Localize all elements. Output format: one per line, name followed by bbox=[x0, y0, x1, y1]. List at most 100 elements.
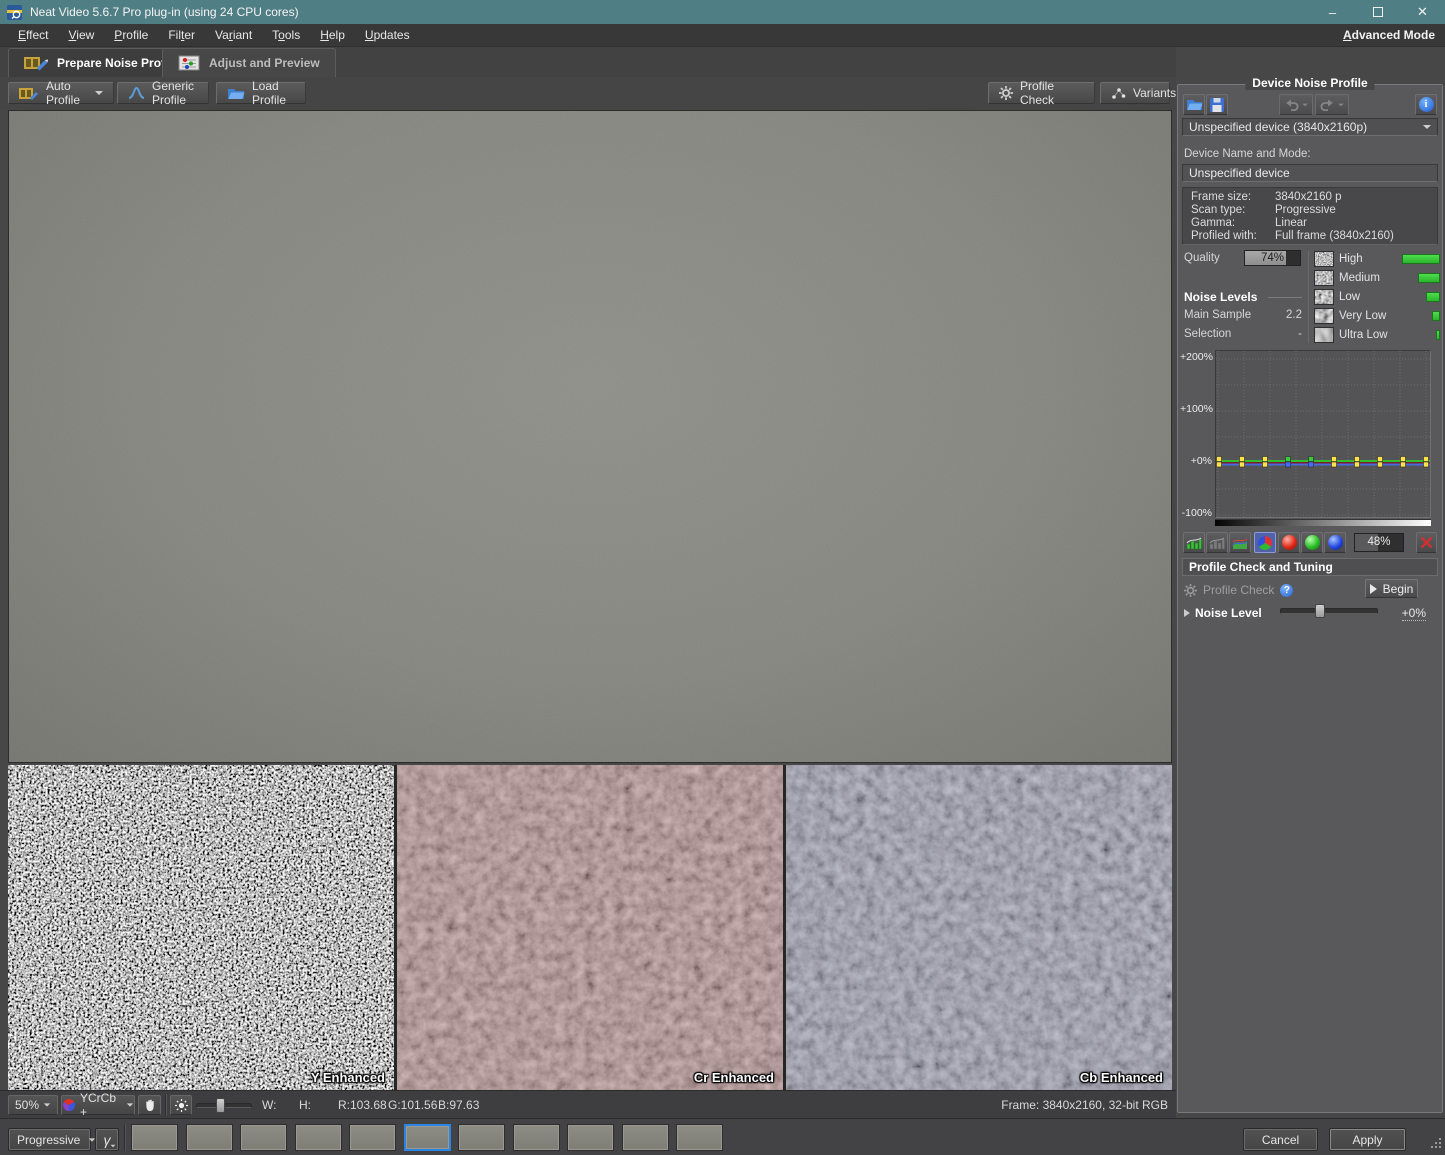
redo-icon bbox=[1320, 98, 1335, 111]
device-profile-select[interactable]: Unspecified device (3840x2160p) bbox=[1182, 118, 1438, 136]
brightness-button[interactable] bbox=[170, 1095, 192, 1115]
minimize-button[interactable]: – bbox=[1310, 0, 1355, 24]
red-channel-button[interactable] bbox=[1278, 532, 1300, 553]
rgb-channels-button[interactable] bbox=[1254, 532, 1276, 553]
menu-help[interactable]: Help bbox=[310, 28, 355, 42]
frame-thumbnail[interactable] bbox=[240, 1124, 287, 1151]
pixel-r-value: R:103.68 bbox=[338, 1091, 387, 1119]
frame-thumbnail[interactable] bbox=[622, 1124, 669, 1151]
chart-curves-button[interactable] bbox=[1229, 532, 1251, 553]
scan-type-select[interactable]: Progressive bbox=[8, 1128, 91, 1151]
graph-y-label: -100% bbox=[1180, 507, 1212, 519]
frame-thumbnail[interactable] bbox=[513, 1124, 560, 1151]
undo-button[interactable] bbox=[1279, 94, 1313, 115]
noise-levels-header: Noise Levels bbox=[1184, 290, 1257, 304]
delete-button[interactable] bbox=[1416, 532, 1437, 553]
channel-panel-cb[interactable]: Cb Enhanced bbox=[786, 765, 1172, 1090]
freq-level-bar bbox=[1436, 330, 1440, 340]
brightness-slider-handle[interactable] bbox=[216, 1098, 225, 1113]
channel-panel-cr[interactable]: Cr Enhanced bbox=[397, 765, 783, 1090]
gamma-button[interactable]: γ bbox=[95, 1128, 119, 1151]
profile-check-label: Profile Check bbox=[1020, 79, 1084, 107]
apply-button[interactable]: Apply bbox=[1329, 1128, 1406, 1151]
expand-arrow-icon[interactable] bbox=[1184, 609, 1190, 617]
open-profile-button[interactable] bbox=[1183, 94, 1205, 115]
noise-level-value[interactable]: +0% bbox=[1402, 606, 1426, 621]
frame-viewport[interactable] bbox=[8, 110, 1172, 763]
noise-profile-graph[interactable]: +200%+100%+0%-100% bbox=[1180, 348, 1432, 520]
tab-adjust-and-preview[interactable]: Adjust and Preview bbox=[162, 48, 336, 77]
chevron-down-icon[interactable] bbox=[95, 91, 103, 95]
window-title: Neat Video 5.6.7 Pro plug-in (using 24 C… bbox=[30, 5, 299, 19]
menu-tools[interactable]: Tools bbox=[262, 28, 310, 42]
redo-button[interactable] bbox=[1315, 94, 1349, 115]
separator bbox=[165, 1094, 167, 1116]
luminance-gradient-bar bbox=[1215, 519, 1431, 526]
chart-bars-disabled-button[interactable] bbox=[1206, 532, 1228, 553]
menu-view[interactable]: View bbox=[58, 28, 104, 42]
match-value: 48% bbox=[1355, 536, 1403, 548]
noise-freq-row: Medium bbox=[1314, 269, 1440, 287]
frame-thumbnail-selected[interactable] bbox=[404, 1124, 451, 1151]
frame-thumbnail[interactable] bbox=[295, 1124, 342, 1151]
frame-thumbnail[interactable] bbox=[458, 1124, 505, 1151]
menu-filter[interactable]: Filter bbox=[158, 28, 205, 42]
maximize-button[interactable] bbox=[1355, 0, 1400, 24]
device-info-box: Frame size:3840x2160 pScan type:Progress… bbox=[1182, 187, 1438, 245]
variants-button[interactable]: Variants bbox=[1100, 82, 1170, 104]
save-profile-button[interactable] bbox=[1206, 94, 1228, 115]
info-button[interactable]: i bbox=[1415, 94, 1437, 115]
advanced-mode-button[interactable]: Advanced Mode bbox=[1343, 28, 1437, 42]
selection-label: Selection bbox=[1184, 328, 1231, 340]
channel-panel-y[interactable]: Y Enhanced bbox=[8, 765, 394, 1090]
pixel-g-value: G:101.56 bbox=[388, 1091, 437, 1119]
profile-check-button[interactable]: Profile Check bbox=[988, 82, 1095, 104]
bottom-bar: Progressive γ Cancel Apply bbox=[0, 1118, 1445, 1155]
match-value-box: 48% bbox=[1354, 533, 1404, 552]
pixel-b-value: B:97.63 bbox=[438, 1091, 479, 1119]
main-sample-label: Main Sample bbox=[1184, 309, 1251, 321]
menu-updates[interactable]: Updates bbox=[355, 28, 420, 42]
device-info-row: Scan type:Progressive bbox=[1191, 204, 1429, 217]
noise-level-slider-handle[interactable] bbox=[1315, 604, 1325, 618]
hand-tool-button[interactable] bbox=[138, 1095, 161, 1115]
tab-label: Prepare Noise Profile bbox=[57, 56, 178, 70]
selection-value: - bbox=[1268, 328, 1302, 340]
close-button[interactable]: ✕ bbox=[1400, 0, 1445, 24]
noise-freq-row: Ultra Low bbox=[1314, 326, 1440, 344]
frame-thumbnail[interactable] bbox=[131, 1124, 178, 1151]
color-wheel-icon bbox=[62, 1098, 76, 1112]
help-icon[interactable]: ? bbox=[1280, 584, 1293, 597]
neat-video-window: Neat Video 5.6.7 Pro plug-in (using 24 C… bbox=[0, 0, 1445, 1155]
cancel-button[interactable]: Cancel bbox=[1243, 1128, 1318, 1151]
gear-icon bbox=[1184, 584, 1197, 597]
channel-panels: Y Enhanced Cr Enhanced Cb Enhanced bbox=[8, 765, 1172, 1090]
device-name-field[interactable]: Unspecified device bbox=[1182, 164, 1438, 182]
profile-graph-plot[interactable] bbox=[1215, 350, 1431, 518]
frame-thumbnail[interactable] bbox=[349, 1124, 396, 1151]
graph-y-label: +0% bbox=[1180, 455, 1212, 467]
menu-bar: EffectViewProfileFilterVariantToolsHelpU… bbox=[0, 24, 1445, 47]
blue-channel-button[interactable] bbox=[1324, 532, 1346, 553]
chart-bars-button[interactable] bbox=[1183, 532, 1205, 553]
device-info-row: Profiled with:Full frame (3840x2160) bbox=[1191, 230, 1429, 243]
auto-profile-button[interactable]: Auto Profile bbox=[8, 82, 114, 104]
tuning-header-label: Profile Check and Tuning bbox=[1189, 560, 1333, 574]
frame-thumbnail[interactable] bbox=[567, 1124, 614, 1151]
chevron-down-icon bbox=[1302, 103, 1308, 106]
frame-thumbnail[interactable] bbox=[186, 1124, 233, 1151]
title-bar[interactable]: Neat Video 5.6.7 Pro plug-in (using 24 C… bbox=[0, 0, 1445, 24]
green-channel-button[interactable] bbox=[1301, 532, 1323, 553]
resize-grip[interactable] bbox=[1431, 1138, 1442, 1152]
channel-panel-label: Cb Enhanced bbox=[1080, 1070, 1163, 1085]
frame-thumbnail[interactable] bbox=[676, 1124, 723, 1151]
menu-profile[interactable]: Profile bbox=[104, 28, 158, 42]
channel-mode-select[interactable]: YCrCb + bbox=[61, 1095, 135, 1115]
zoom-select[interactable]: 50% bbox=[8, 1095, 58, 1115]
noise-level-slider[interactable] bbox=[1280, 608, 1378, 614]
generic-profile-button[interactable]: Generic Profile bbox=[117, 82, 209, 104]
load-profile-button[interactable]: Load Profile bbox=[216, 82, 306, 104]
menu-variant[interactable]: Variant bbox=[205, 28, 262, 42]
menu-effect[interactable]: Effect bbox=[8, 28, 58, 42]
begin-button[interactable]: Begin bbox=[1365, 579, 1418, 598]
